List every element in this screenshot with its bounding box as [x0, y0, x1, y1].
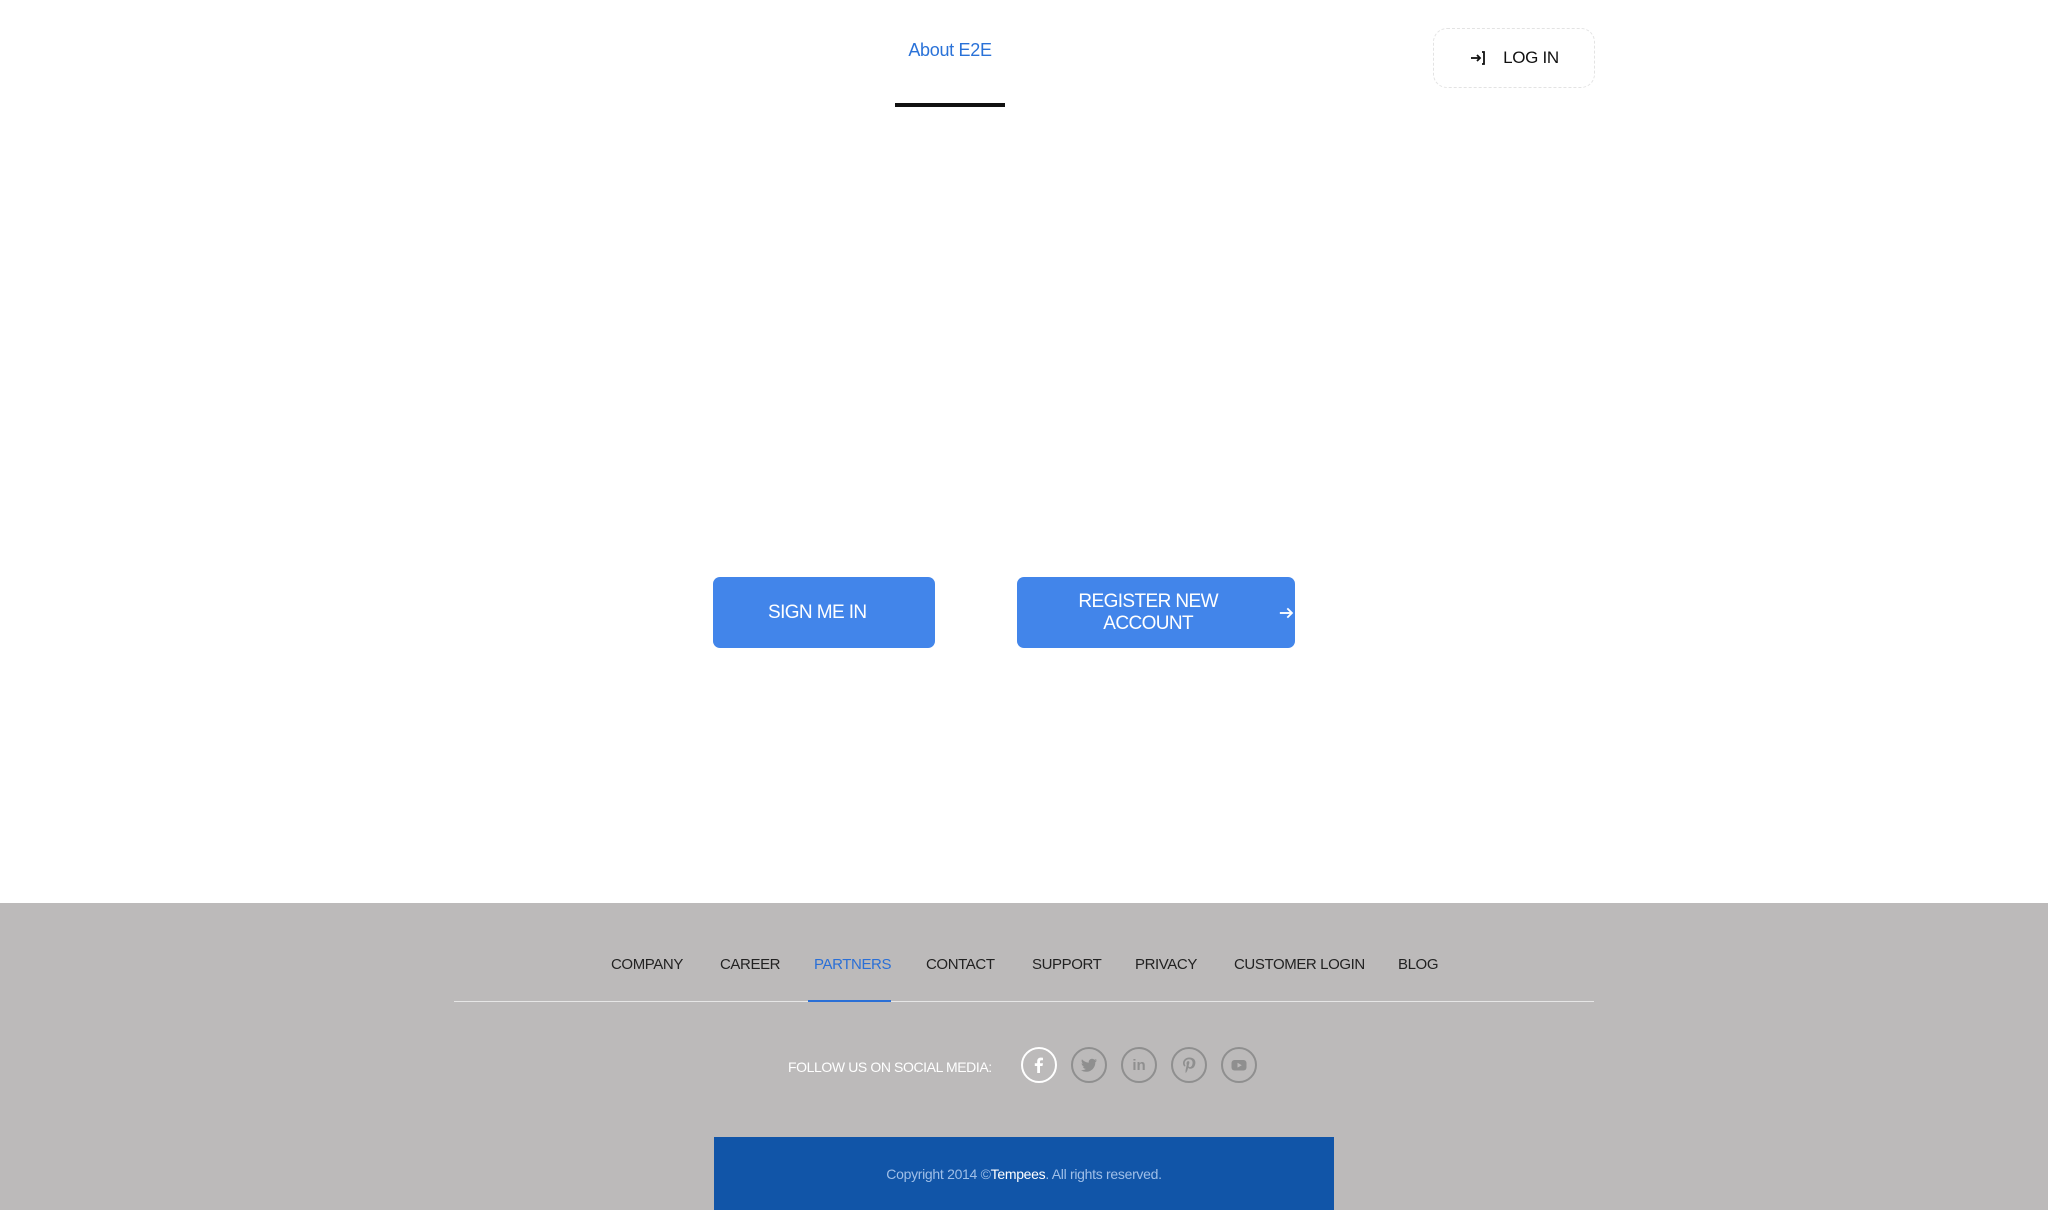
- copyright-prefix: Copyright 2014 ©: [886, 1165, 991, 1182]
- sign-in-label: SIGN ME IN: [768, 601, 867, 623]
- login-label: LOG IN: [1503, 48, 1559, 67]
- footer-link-career[interactable]: CAREER: [720, 956, 781, 973]
- footer-link-privacy[interactable]: PRIVACY: [1135, 956, 1197, 973]
- sign-in-button[interactable]: SIGN ME IN: [713, 577, 935, 648]
- footer: COMPANY CAREER PARTNERS CONTACT SUPPORT …: [0, 903, 2048, 1210]
- footer-nav: COMPANY CAREER PARTNERS CONTACT SUPPORT …: [454, 903, 1594, 1002]
- twitter-icon[interactable]: [1071, 1047, 1107, 1083]
- footer-link-partners[interactable]: PARTNERS: [814, 956, 892, 973]
- login-icon: [1469, 49, 1487, 67]
- footer-link-blog[interactable]: BLOG: [1398, 956, 1438, 973]
- footer-active-underline: [808, 1000, 891, 1002]
- login-button[interactable]: LOG IN: [1433, 28, 1595, 88]
- copyright-brand-link[interactable]: Tempees: [991, 1166, 1046, 1182]
- register-label: REGISTER NEW ACCOUNT: [1078, 590, 1218, 634]
- pinterest-icon[interactable]: [1171, 1047, 1207, 1083]
- register-button[interactable]: REGISTER NEW ACCOUNT: [1017, 577, 1295, 648]
- footer-link-company[interactable]: COMPANY: [611, 956, 683, 973]
- copyright-suffix: . All rights reserved.: [1045, 1165, 1162, 1182]
- nav-about-e2e[interactable]: About E2E: [895, 40, 1005, 107]
- facebook-icon[interactable]: [1021, 1047, 1057, 1083]
- youtube-icon[interactable]: [1221, 1047, 1257, 1083]
- footer-link-contact[interactable]: CONTACT: [926, 956, 995, 973]
- footer-link-customer-login[interactable]: CUSTOMER LOGIN: [1234, 956, 1365, 973]
- linkedin-icon[interactable]: in: [1121, 1047, 1157, 1083]
- footer-link-support[interactable]: SUPPORT: [1032, 956, 1102, 973]
- arrow-right-icon: [1280, 607, 1294, 618]
- nav-active-underline: [895, 103, 1005, 107]
- page: About E2E LOG IN SIGN ME IN REGISTER NEW…: [0, 0, 2048, 1210]
- follow-label: FOLLOW US ON SOCIAL MEDIA:: [788, 1059, 992, 1075]
- copyright-bar: Copyright 2014 © Tempees . All rights re…: [714, 1137, 1334, 1210]
